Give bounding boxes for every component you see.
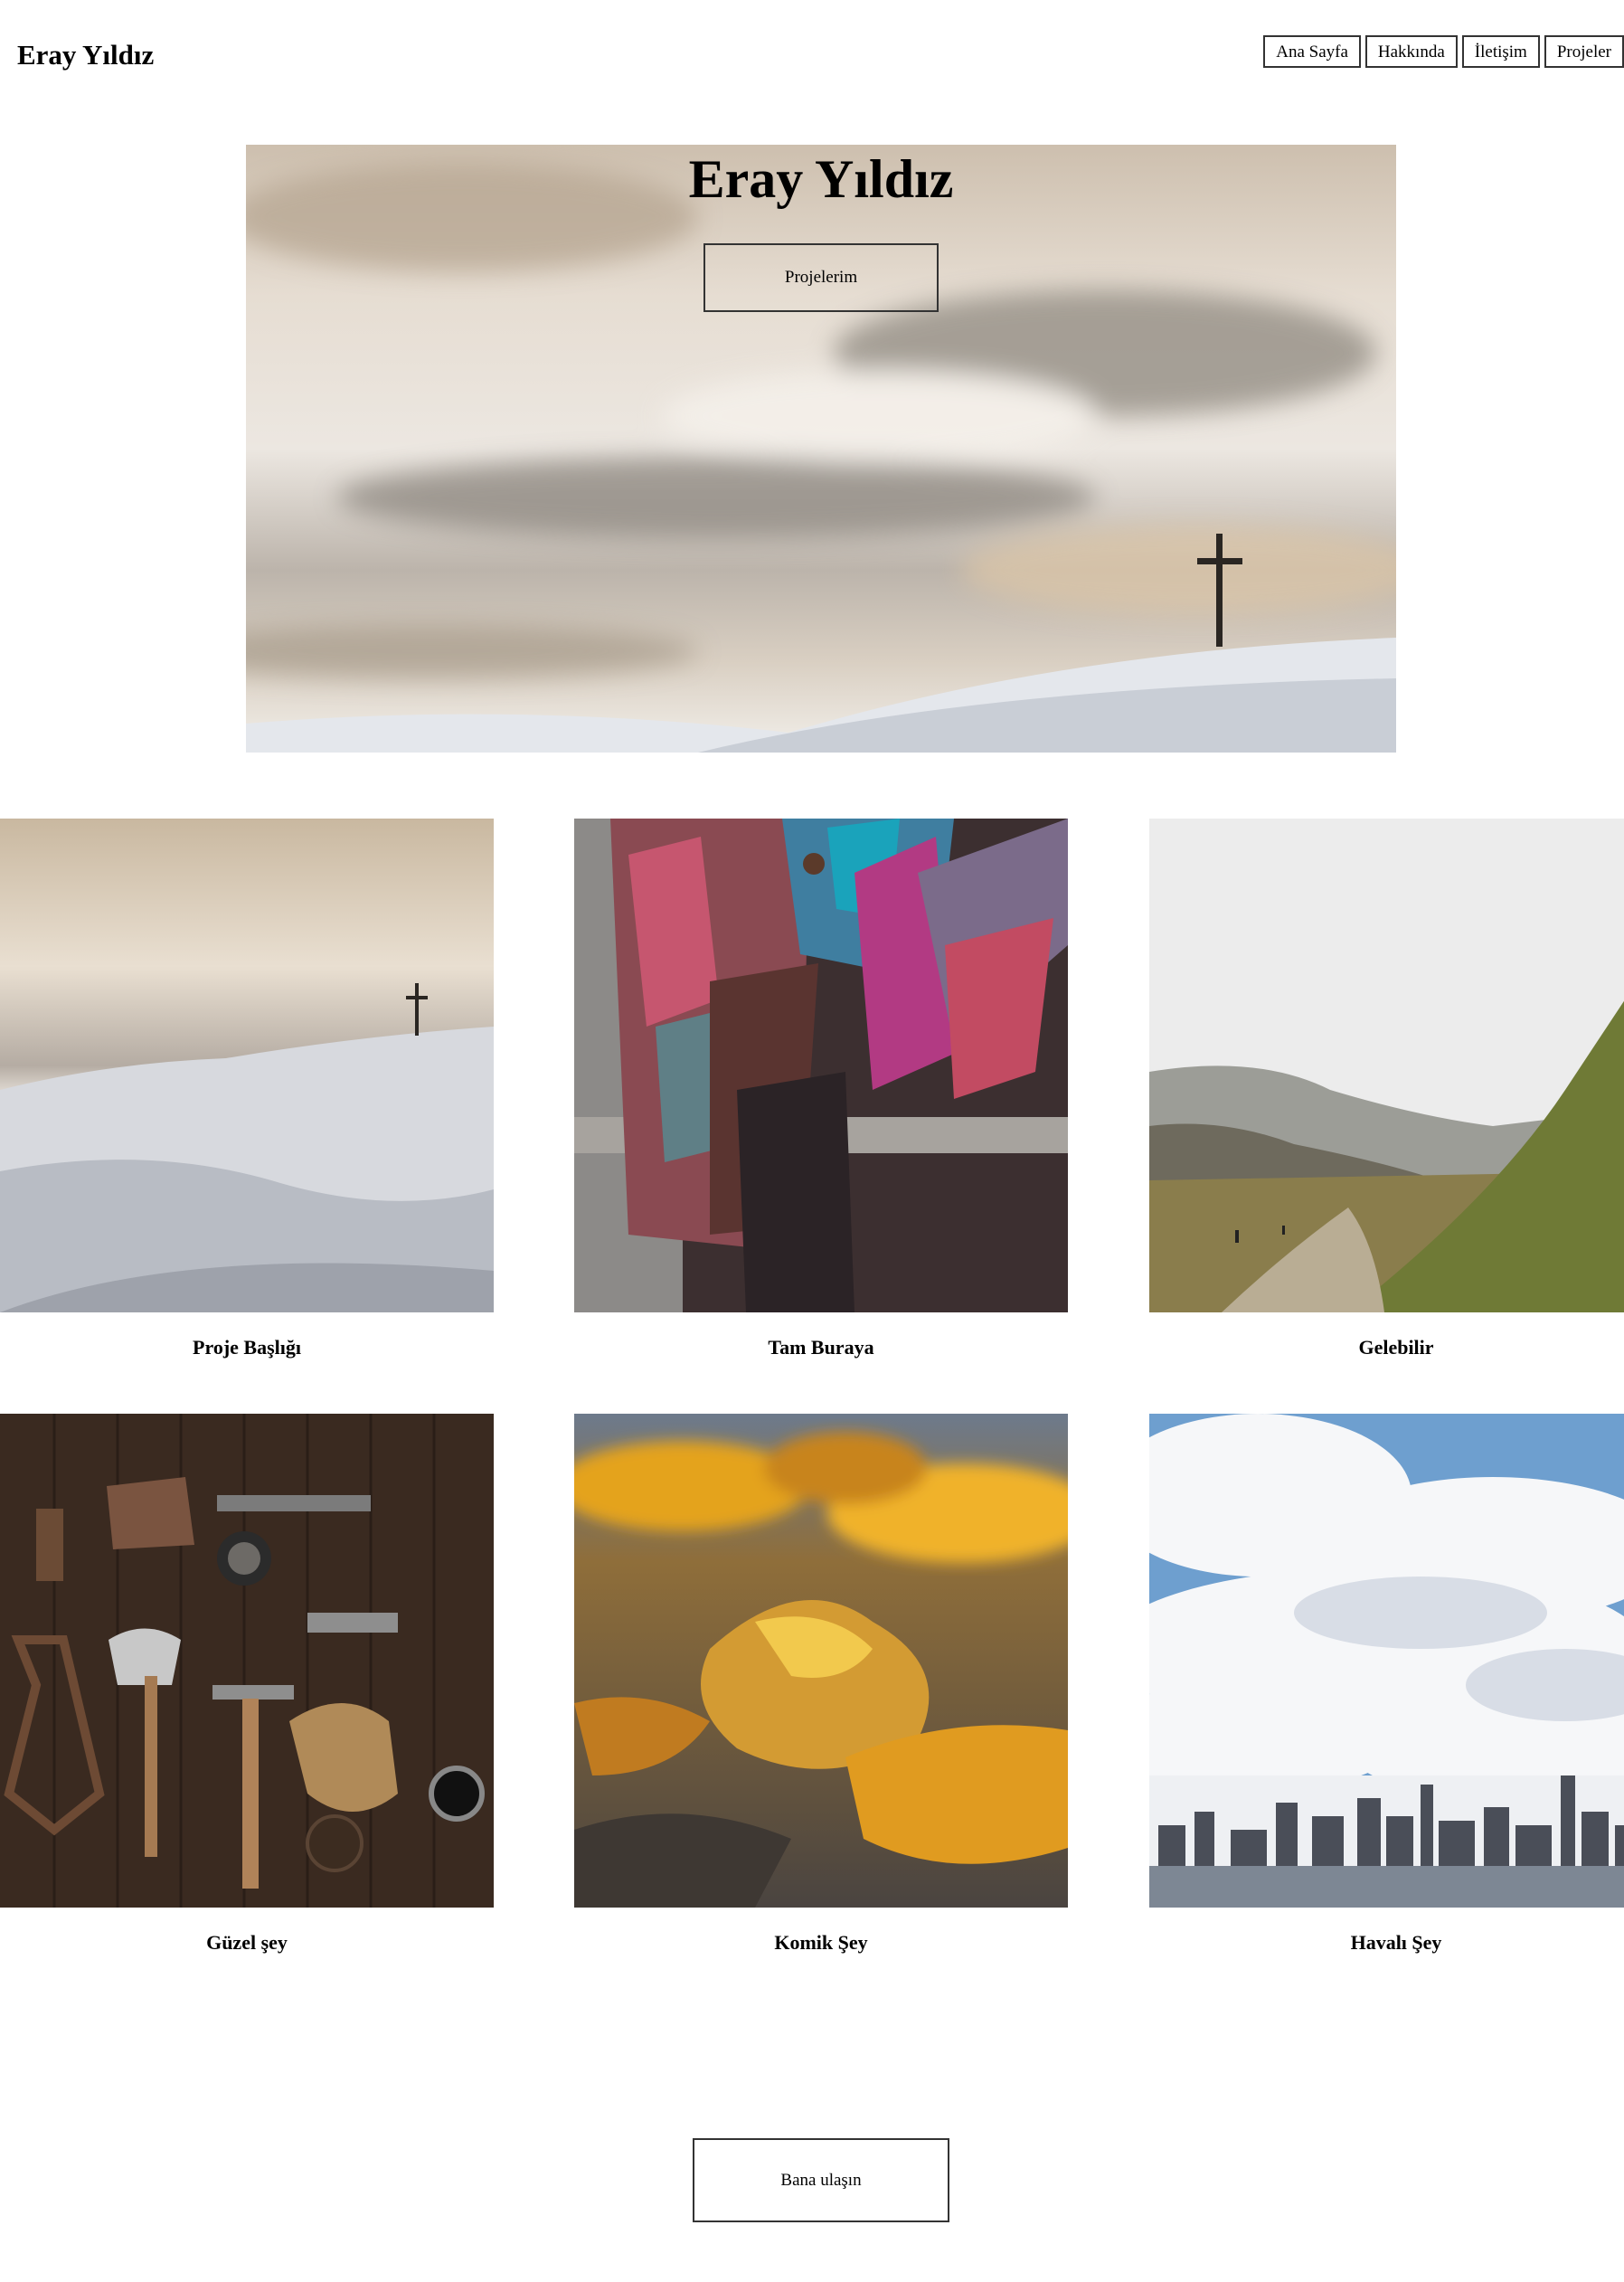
project-image xyxy=(1149,1414,1624,1908)
project-card[interactable]: Komik Şey xyxy=(574,1414,1068,1956)
project-image xyxy=(574,819,1068,1312)
nav-home[interactable]: Ana Sayfa xyxy=(1263,35,1361,68)
hero-banner: Eray Yıldız Projelerim xyxy=(246,145,1396,753)
project-title: Tam Buraya xyxy=(768,1336,874,1359)
project-card[interactable]: Havalı Şey xyxy=(1149,1414,1624,1956)
project-image xyxy=(574,1414,1068,1908)
project-title: Güzel şey xyxy=(206,1931,288,1954)
project-card[interactable]: Gelebilir xyxy=(1149,819,1624,1361)
project-image xyxy=(0,819,494,1312)
project-image xyxy=(1149,819,1624,1312)
nav-projects[interactable]: Projeler xyxy=(1544,35,1624,68)
nav-contact[interactable]: İletişim xyxy=(1461,35,1540,68)
project-title: Komik Şey xyxy=(774,1931,868,1954)
main-nav: Ana Sayfa Hakkında İletişim Projeler xyxy=(1263,35,1624,68)
site-brand[interactable]: Eray Yıldız xyxy=(17,35,154,75)
project-title: Proje Başlığı xyxy=(193,1336,301,1359)
project-card[interactable]: Proje Başlığı xyxy=(0,819,494,1361)
project-title: Havalı Şey xyxy=(1350,1931,1442,1954)
contact-button[interactable]: Bana ulaşın xyxy=(693,2138,949,2222)
nav-about[interactable]: Hakkında xyxy=(1364,35,1458,68)
hero-image xyxy=(246,145,1396,753)
project-image xyxy=(0,1414,494,1908)
project-title: Gelebilir xyxy=(1358,1336,1434,1359)
hero-title: Eray Yıldız xyxy=(688,149,954,209)
project-card[interactable]: Tam Buraya xyxy=(574,819,1068,1361)
project-card[interactable]: Güzel şey xyxy=(0,1414,494,1956)
projects-button[interactable]: Projelerim xyxy=(703,243,939,312)
